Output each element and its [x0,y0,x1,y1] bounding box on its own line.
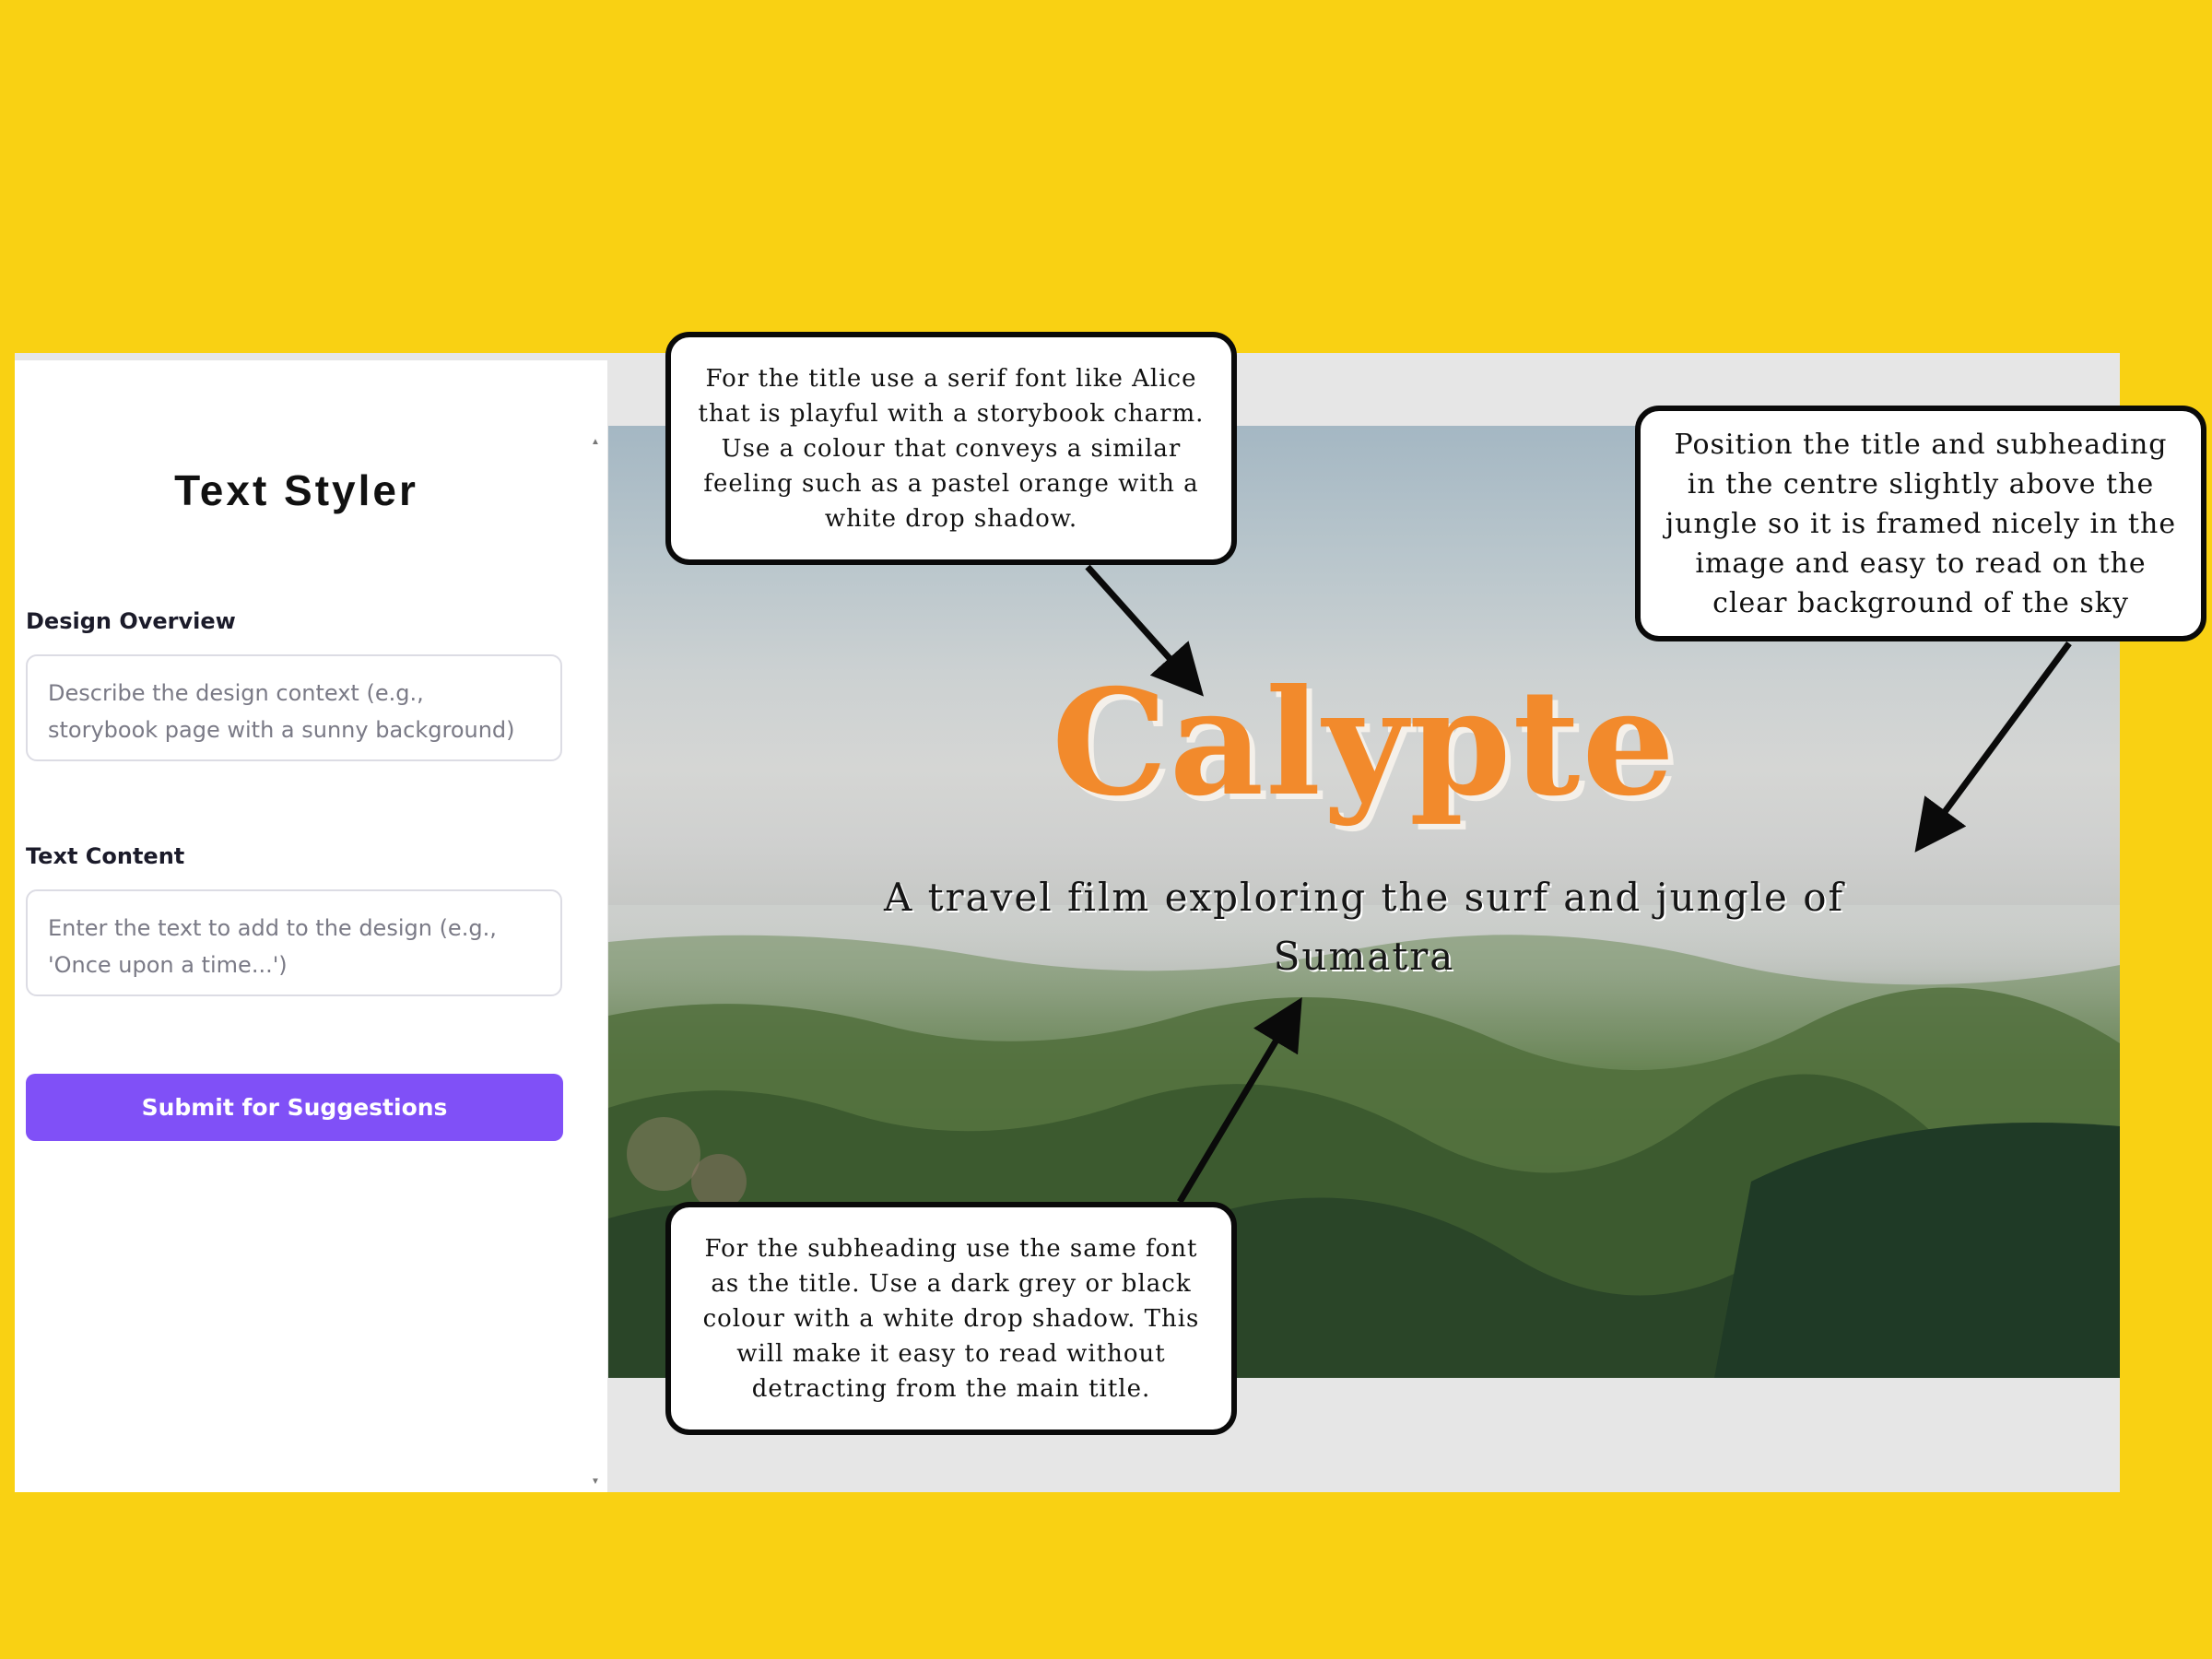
scroll-up-arrow-icon[interactable]: ▲ [591,437,600,447]
canvas-title[interactable]: Calypte [608,665,2120,822]
design-overview-input[interactable]: Describe the design context (e.g., story… [26,654,562,761]
position-note: Position the title and subheading in the… [1635,406,2206,641]
scroll-down-arrow-icon[interactable]: ▼ [591,1477,600,1487]
panel-title: Text Styler [174,466,418,514]
canvas-subheading[interactable]: A travel film exploring the surf and jun… [848,868,1880,986]
design-overview-label: Design Overview [26,608,236,634]
text-content-label: Text Content [26,843,185,869]
title-font-note: For the title use a serif font like Alic… [665,332,1237,565]
title-font-note-text: For the title use a serif font like Alic… [698,364,1205,533]
submit-for-suggestions-button[interactable]: Submit for Suggestions [26,1074,563,1141]
position-note-text: Position the title and subheading in the… [1665,428,2177,619]
subheading-font-note-text: For the subheading use the same font as … [702,1234,1200,1403]
text-content-input[interactable]: Enter the text to add to the design (e.g… [26,889,562,996]
subheading-font-note: For the subheading use the same font as … [665,1202,1237,1435]
